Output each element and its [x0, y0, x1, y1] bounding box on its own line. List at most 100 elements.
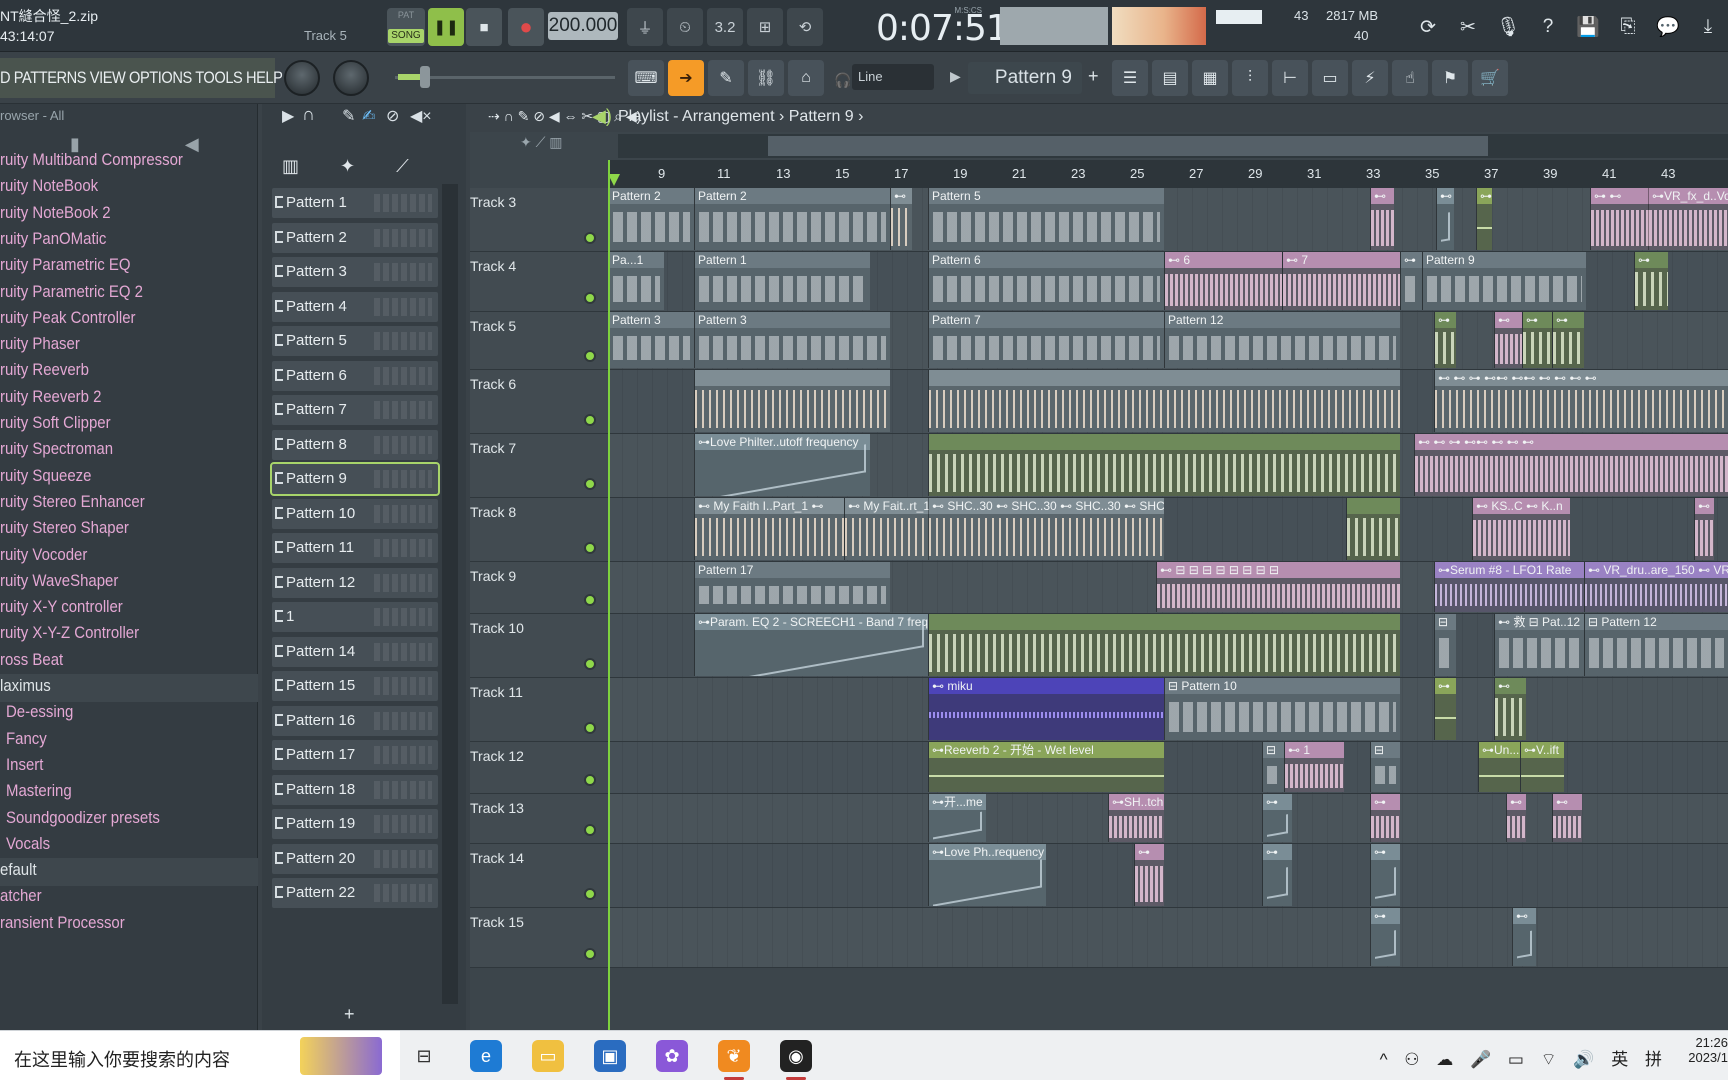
play-arrow-icon[interactable]: ▶ — [282, 106, 294, 126]
taskbar-search-box[interactable]: 在这里输入你要搜索的内容 — [0, 1031, 400, 1080]
file-explorer-icon[interactable]: ▭ — [532, 1040, 564, 1072]
pattern-item[interactable]: Pattern 5 — [272, 326, 438, 356]
track-header[interactable]: Track 14 — [470, 844, 608, 908]
mixer-button[interactable]: ⫶ — [1232, 60, 1268, 96]
playlist-clip[interactable]: ⊶ — [1262, 794, 1292, 842]
playlist-clip[interactable]: ⊶Serum #8 - LFO1 Rate — [1434, 562, 1584, 612]
playlist-clip[interactable]: ⊶ — [1634, 252, 1668, 310]
browser-item[interactable]: ruity Multiband Compressor — [0, 150, 183, 170]
browser-subitem[interactable]: De-essing — [6, 702, 73, 722]
pattern-item[interactable]: Pattern 16 — [272, 705, 438, 736]
playlist-overview-scroller[interactable] — [618, 134, 1728, 158]
playlist-clip[interactable]: ⊷ — [1494, 312, 1522, 368]
track-enable-led[interactable] — [584, 542, 596, 554]
pattern-item[interactable]: Pattern 2 — [272, 222, 438, 253]
track-header[interactable]: Track 8 — [470, 498, 608, 562]
playlist-clip[interactable]: ⊷ KS..C ⊷ K..n — [1472, 498, 1570, 560]
delete-icon[interactable]: ⊘ — [386, 106, 399, 126]
output-waveform-monitor[interactable] — [1000, 7, 1108, 45]
browser-button[interactable]: ⊢ — [1272, 60, 1308, 96]
playlist-clip[interactable]: ⊷ ⊷ ⊶ ⊷⊷ ⊷⊷ ⊷ ⊷ ⊷ ⊷ — [1434, 370, 1728, 432]
browser-item[interactable]: ruity Parametric EQ — [0, 255, 131, 275]
channel-rack-button[interactable]: ▦ — [1192, 60, 1228, 96]
pattern-item[interactable]: Pattern 19 — [272, 809, 438, 839]
playlist-clip[interactable]: ⊷ 7 — [1282, 252, 1400, 310]
playlist-clip[interactable]: ⊶SH..tch — [1108, 794, 1164, 842]
playlist-clip[interactable]: ⊟ Pattern 10 — [1164, 678, 1400, 740]
playlist-clip[interactable]: ⊶Love Ph..requency — [928, 844, 1046, 906]
playlist-clip[interactable]: ⊶Un... — [1478, 742, 1520, 792]
playlist-clip[interactable]: ⊷ VR_dru..are_150 ⊷ VR — [1584, 562, 1728, 612]
browser-item[interactable]: atcher — [0, 886, 42, 906]
playlist-clip[interactable]: Pattern 2 — [694, 188, 890, 250]
playlist-clip[interactable]: ⊷ 6 — [1164, 252, 1282, 310]
pattern-item[interactable]: Pattern 14 — [272, 636, 438, 667]
playlist-clip[interactable]: ⊶ — [1370, 844, 1400, 906]
browser-item[interactable]: ruity NoteBook — [0, 176, 98, 196]
playlist-window-button[interactable]: ☰ — [1112, 60, 1148, 96]
pencil-icon[interactable]: ✎ — [342, 106, 355, 126]
fl-studio-icon[interactable]: ❦ — [718, 1040, 750, 1080]
track-enable-led[interactable] — [584, 232, 596, 244]
playlist-clip[interactable]: ⊟ — [1434, 614, 1456, 676]
playlist-clip[interactable]: ⊷ — [1512, 908, 1536, 966]
track-lane[interactable]: Pattern 2 Pattern 2 ⊷ Pattern 5 ⊷ ⊷ ⊶ ⊶ ⊷ ⊶VR_fx… — [608, 188, 1728, 252]
playlist-clip[interactable]: ⊶ — [1370, 908, 1400, 966]
wait-input-button[interactable]: ⏲ — [667, 8, 703, 46]
play-pause-button[interactable]: ❚❚ — [428, 8, 464, 46]
link-button[interactable]: ⛓ — [748, 60, 784, 96]
browser-item[interactable]: ruity Parametric EQ 2 — [0, 282, 143, 302]
shop-button[interactable]: 🛒 — [1472, 60, 1508, 96]
master-volume-knob[interactable] — [284, 60, 320, 96]
browser-item[interactable]: ruity PanOMatic — [0, 229, 106, 249]
browser-item[interactable]: ruity WaveShaper — [0, 571, 118, 591]
zoom-slider-thumb[interactable] — [420, 66, 430, 88]
browser-subitem[interactable]: Soundgoodizer presets — [6, 808, 160, 828]
playlist-clip[interactable]: ⊷ — [1436, 188, 1454, 250]
playlist-clip[interactable]: ⊷ — [1552, 794, 1582, 842]
browser-item[interactable]: ruity Phaser — [0, 334, 80, 354]
touch-controller-button[interactable]: ☝ — [1392, 60, 1428, 96]
countdown-button[interactable]: 3.2 — [707, 8, 743, 46]
track-lane[interactable]: ⊶Reeverb 2 - 开始 - Wet level ⊟ ⊷ 1 ⊟ ⊶Un... ⊶V… — [608, 742, 1728, 794]
playlist-clip[interactable]: Pattern 17 — [694, 562, 890, 612]
playlist-clip[interactable]: ⊶ — [1370, 794, 1400, 842]
playlist-clip[interactable]: Pattern 12 — [1164, 312, 1400, 368]
pattern-item[interactable]: Pattern 17 — [272, 740, 438, 770]
playlist-clip[interactable]: ⊷ — [1506, 794, 1526, 842]
add-pattern-bottom-button[interactable]: + — [344, 1004, 355, 1025]
playlist-clip[interactable]: ⊟ — [1262, 742, 1284, 792]
playlist-clip[interactable]: ⊷ ⊷ ⊶ ⊷⊷ ⊷ ⊷ ⊷ — [1414, 434, 1728, 496]
snap-selector[interactable]: Line — [852, 64, 934, 90]
store-icon[interactable]: ▣ — [594, 1040, 626, 1072]
track-enable-led[interactable] — [584, 414, 596, 426]
tutorial-button[interactable]: ⚑ — [1432, 60, 1468, 96]
pattern-item[interactable]: Pattern 12 — [272, 567, 438, 598]
browser-subitem[interactable]: Vocals — [6, 834, 50, 854]
browser-item[interactable]: ruity Squeeze — [0, 466, 91, 486]
playlist-clip[interactable] — [694, 370, 890, 432]
playlist-clip[interactable]: ⊟ — [1370, 742, 1400, 792]
browser-item[interactable]: ruity Reeverb 2 — [0, 387, 101, 407]
track-header[interactable]: Track 5 — [470, 312, 608, 370]
playlist-clip[interactable]: Pattern 6 — [928, 252, 1164, 310]
obs-icon[interactable]: ◉ — [780, 1040, 812, 1080]
master-pitch-knob[interactable] — [333, 60, 369, 96]
track-header[interactable]: Track 4 — [470, 252, 608, 312]
browser-item[interactable]: ruity Reeverb — [0, 360, 89, 380]
playlist-clip[interactable]: ⊶ — [1400, 252, 1422, 310]
browser-item[interactable]: ransient Processor — [0, 913, 125, 933]
draw-tool-button[interactable]: ➔ — [668, 60, 704, 96]
overview-window[interactable] — [768, 136, 1488, 156]
save-version-button[interactable]: ⎘ — [1610, 8, 1646, 46]
step-edit-button[interactable]: ⊞ — [747, 8, 783, 46]
magnet-icon[interactable]: ∩ — [302, 104, 315, 125]
track-lane[interactable]: ⊷ My Faith I..Part_1 ⊷ ⊷ My Fait..rt_1 ⊷ S… — [608, 498, 1728, 562]
playlist-clip[interactable]: Pattern 9 — [1422, 252, 1586, 310]
track-header[interactable]: Track 15 — [470, 908, 608, 968]
cut-button[interactable]: ✂ — [1450, 8, 1486, 46]
record-button[interactable]: ● — [508, 8, 544, 46]
playlist-clip[interactable]: ⊷ 救 ⊟ Pat..12 — [1494, 614, 1584, 676]
playlist-clip[interactable]: ⊶Love Philter..utoff frequency — [694, 434, 870, 496]
track-lane[interactable]: Pa...1 Pattern 1 Pattern 6 ⊷ 6 ⊷ 7 ⊶ Pattern 9… — [608, 252, 1728, 312]
